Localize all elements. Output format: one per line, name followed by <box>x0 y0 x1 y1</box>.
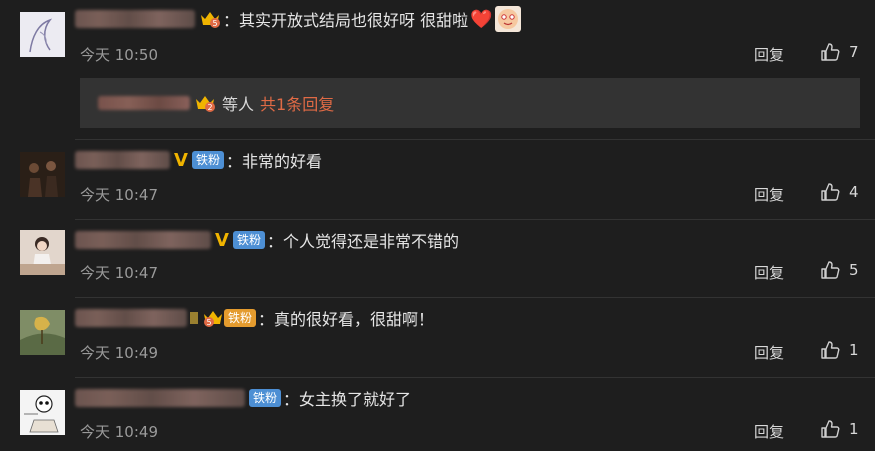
comment-item: 5 铁粉 ：真的很好看，很甜啊！ 今天 10:49 回复 1 <box>0 298 875 378</box>
like-count: 4 <box>849 183 859 201</box>
avatar[interactable] <box>20 12 65 57</box>
level-badge <box>190 312 198 324</box>
comment-text: ：非常的好看 <box>225 152 322 171</box>
comment-header: 5 铁粉 ：真的很好看，很甜啊！ <box>75 307 434 329</box>
like-count: 1 <box>849 341 859 359</box>
vip-crown-icon: 5 <box>202 308 224 328</box>
sub-reply-suffix: 等人 <box>222 95 255 114</box>
verified-v-icon: V <box>174 149 188 171</box>
fan-badge: 铁粉 <box>224 309 257 327</box>
comment-time: 今天 10:47 <box>80 264 158 282</box>
thumbs-up-icon <box>821 43 840 61</box>
like-button[interactable]: 5 <box>820 260 859 280</box>
like-count: 1 <box>849 420 859 438</box>
avatar[interactable] <box>20 310 65 355</box>
comment-time: 今天 10:50 <box>80 46 158 64</box>
thumbs-up-icon <box>821 261 840 279</box>
comment-item: V 铁粉 ：个人觉得还是非常不错的 今天 10:47 回复 5 <box>0 220 875 300</box>
avatar[interactable] <box>20 230 65 275</box>
comment-time: 今天 10:47 <box>80 186 158 204</box>
fan-badge: 铁粉 <box>191 151 224 169</box>
username[interactable] <box>75 231 211 249</box>
comment-text: ：其实开放式结局也很好呀 很甜啦 <box>223 11 469 30</box>
svg-text:5: 5 <box>212 19 217 28</box>
view-replies-link[interactable]: 共1条回复 <box>260 91 334 115</box>
reply-button[interactable]: 回复 <box>754 342 784 363</box>
vip-crown-icon: 2 <box>194 93 216 113</box>
username[interactable] <box>75 151 170 169</box>
comment-header: V 铁粉 ：个人觉得还是非常不错的 <box>75 229 459 251</box>
like-button[interactable]: 4 <box>820 182 859 202</box>
sub-reply-username[interactable] <box>98 96 190 110</box>
reply-button[interactable]: 回复 <box>754 44 784 65</box>
like-button[interactable]: 1 <box>820 340 859 360</box>
thumbs-up-icon <box>821 183 840 201</box>
fan-badge: 铁粉 <box>249 389 282 407</box>
svg-text:2: 2 <box>207 103 212 112</box>
thumbs-up-icon <box>821 341 840 359</box>
comment-time: 今天 10:49 <box>80 423 158 441</box>
like-count: 5 <box>849 261 859 279</box>
comment-header: V 铁粉 ：非常的好看 <box>75 149 322 171</box>
verified-v-icon: V <box>215 229 229 251</box>
thumbs-up-icon <box>821 420 840 438</box>
comment-item: 铁粉 ：女主换了就好了 今天 10:49 回复 1 <box>0 378 875 451</box>
like-button[interactable]: 7 <box>820 42 859 62</box>
username[interactable] <box>75 309 187 327</box>
heart-emoji-icon: ❤️ <box>470 8 493 30</box>
like-count: 7 <box>849 43 859 61</box>
comment-item: V 铁粉 ：非常的好看 今天 10:47 回复 4 <box>0 140 875 220</box>
sticker-icon <box>494 6 521 32</box>
username[interactable] <box>75 10 195 28</box>
comment-header: 5 ：其实开放式结局也很好呀 很甜啦 ❤️ <box>75 6 521 32</box>
vip-crown-icon: 5 <box>199 9 221 29</box>
reply-button[interactable]: 回复 <box>754 421 784 442</box>
sub-reply-box[interactable]: 2 等人 共1条回复 <box>80 78 860 128</box>
fan-badge: 铁粉 <box>232 231 265 249</box>
avatar[interactable] <box>20 152 65 197</box>
comment-header: 铁粉 ：女主换了就好了 <box>75 387 411 409</box>
reply-button[interactable]: 回复 <box>754 262 784 283</box>
avatar[interactable] <box>20 390 65 435</box>
username[interactable] <box>75 389 245 407</box>
comment-text: ：个人觉得还是非常不错的 <box>266 232 459 251</box>
reply-button[interactable]: 回复 <box>754 184 784 205</box>
comment-item: 5 ：其实开放式结局也很好呀 很甜啦 ❤️ 今天 10:50 回复 7 2 等人… <box>0 0 875 140</box>
comment-time: 今天 10:49 <box>80 344 158 362</box>
comment-text: ：女主换了就好了 <box>283 390 412 409</box>
svg-text:5: 5 <box>206 318 211 327</box>
like-button[interactable]: 1 <box>820 419 859 439</box>
comment-text: ：真的很好看，很甜啊！ <box>258 310 435 329</box>
